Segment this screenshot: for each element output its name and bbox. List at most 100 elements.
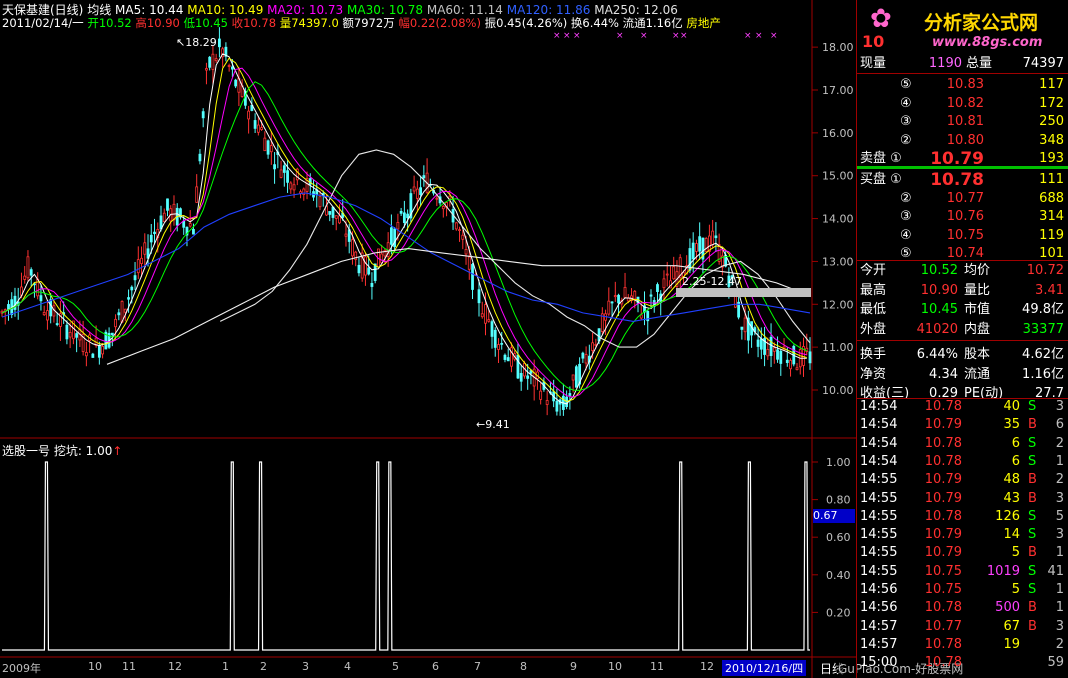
candle-body xyxy=(208,56,212,68)
candle-body xyxy=(230,66,234,70)
candle-body xyxy=(55,323,59,325)
time-axis-label: 10 xyxy=(608,660,622,673)
ma-short-line xyxy=(1,67,807,398)
candle-body xyxy=(192,229,195,235)
signal-marker: × xyxy=(573,31,581,41)
candle-body xyxy=(123,308,127,313)
candle-body xyxy=(29,269,33,276)
candle-body xyxy=(545,400,549,405)
candle-body xyxy=(282,165,286,173)
info-date: 2011/02/14/一 xyxy=(2,16,84,30)
candle-body xyxy=(373,263,377,281)
candle-body xyxy=(487,319,491,322)
cursor-date: 2010/12/16/四 xyxy=(722,660,807,676)
candle-body xyxy=(97,345,101,358)
candle-body xyxy=(159,215,163,230)
candle-body xyxy=(328,211,332,215)
kline-chart[interactable]: × × × × × × × × × × 18.0017.0016.0015.0014.0013.0… xyxy=(0,0,856,678)
indicator-tick-label: 1.00 xyxy=(826,456,851,469)
candle-body xyxy=(785,359,789,363)
signal-marker: × xyxy=(640,31,648,41)
candle-body xyxy=(172,203,176,221)
candle-body xyxy=(75,333,79,338)
candle-body xyxy=(759,338,763,350)
candle-body xyxy=(234,79,238,87)
candle-body xyxy=(711,230,715,246)
candle-body xyxy=(166,198,169,211)
bid-row: ③ 10.76 314 xyxy=(900,209,1064,224)
signal-line: × × × × × × × × × × xyxy=(2,31,810,651)
tick-row: 14:55 10.79 5 B 1 xyxy=(860,545,1064,561)
info-turnover: 换6.44% xyxy=(570,16,619,30)
candle-body xyxy=(91,353,95,358)
ask-row: ⑤ 10.83 117 xyxy=(900,77,1064,92)
candle-body xyxy=(286,170,289,183)
info-high: 高10.90 xyxy=(135,16,180,30)
candle-body xyxy=(743,317,747,333)
signal-marker: × xyxy=(553,31,561,41)
candle-body xyxy=(263,137,267,152)
candle-body xyxy=(364,256,367,276)
candle-body xyxy=(269,145,273,153)
time-axis-label: 3 xyxy=(302,660,309,673)
candle-body xyxy=(610,301,614,304)
candle-body xyxy=(519,373,523,382)
candle-body xyxy=(101,346,104,355)
signal-marker: × xyxy=(755,31,763,41)
signal-marker: × xyxy=(680,31,688,41)
candle-body xyxy=(227,65,231,67)
time-axis-label: 4 xyxy=(344,660,351,673)
indicator-tick-label: 0.20 xyxy=(826,606,851,619)
tick-row: 14:54 10.79 35 B 6 xyxy=(860,417,1064,433)
signal-marker: × xyxy=(744,31,752,41)
candle-body xyxy=(808,351,812,364)
y-tick-label: 17.00 xyxy=(822,84,854,97)
indicator-title: 选股一号 挖坑: 1.00↑ xyxy=(2,444,123,458)
candle-body xyxy=(695,243,698,252)
chart-info-line: 2011/02/14/一 开10.52 高10.90 低10.45 收10.78… xyxy=(2,15,721,31)
candle-body xyxy=(795,367,799,370)
candle-body xyxy=(201,111,205,119)
candle-body xyxy=(772,347,776,352)
candle-body xyxy=(484,304,487,324)
candle-body xyxy=(649,294,653,297)
signal-marker: × xyxy=(563,31,571,41)
candle-body xyxy=(273,164,276,170)
y-tick-label: 14.00 xyxy=(822,213,854,226)
y-tick-label: 18.00 xyxy=(822,41,854,54)
candle-body xyxy=(331,206,335,218)
indicator-tick-label: 0.60 xyxy=(826,531,851,544)
candle-body xyxy=(419,187,423,195)
candle-body xyxy=(39,295,43,302)
tick-row: 14:55 10.79 14 S 3 xyxy=(860,527,1064,543)
candle-body xyxy=(247,110,251,120)
candle-body xyxy=(114,318,117,328)
candle-body xyxy=(497,344,500,350)
candle-body xyxy=(351,239,354,257)
candle-body xyxy=(7,304,10,310)
candle-body xyxy=(461,234,465,240)
candle-body xyxy=(218,38,221,48)
info-amount: 额7972万 xyxy=(342,16,395,30)
y-tick-label: 11.00 xyxy=(822,341,854,354)
candle-body xyxy=(26,256,30,279)
candle-body xyxy=(205,68,208,71)
y-tick-label: 13.00 xyxy=(822,255,854,268)
ma-short-line xyxy=(1,81,808,391)
candle-body xyxy=(581,352,585,359)
candle-body xyxy=(149,234,153,243)
candle-body xyxy=(506,357,510,362)
candle-body xyxy=(256,124,260,133)
info-volume: 量74397.0 xyxy=(279,16,339,30)
candle-body xyxy=(49,299,53,317)
candle-body xyxy=(714,235,718,239)
quote-panel: 10 ✿ 分析家公式网 www.88gs.com 现量 1190 总量 7439… xyxy=(856,0,1068,678)
candle-body xyxy=(399,210,403,214)
candle-body xyxy=(789,360,792,370)
arrow-up-icon: ↑ xyxy=(112,444,123,458)
candle-body xyxy=(318,196,322,208)
candle-body xyxy=(130,286,134,291)
candle-body xyxy=(266,140,270,155)
bid-row: ② 10.77 688 xyxy=(900,190,1064,206)
candle-body xyxy=(344,233,348,237)
